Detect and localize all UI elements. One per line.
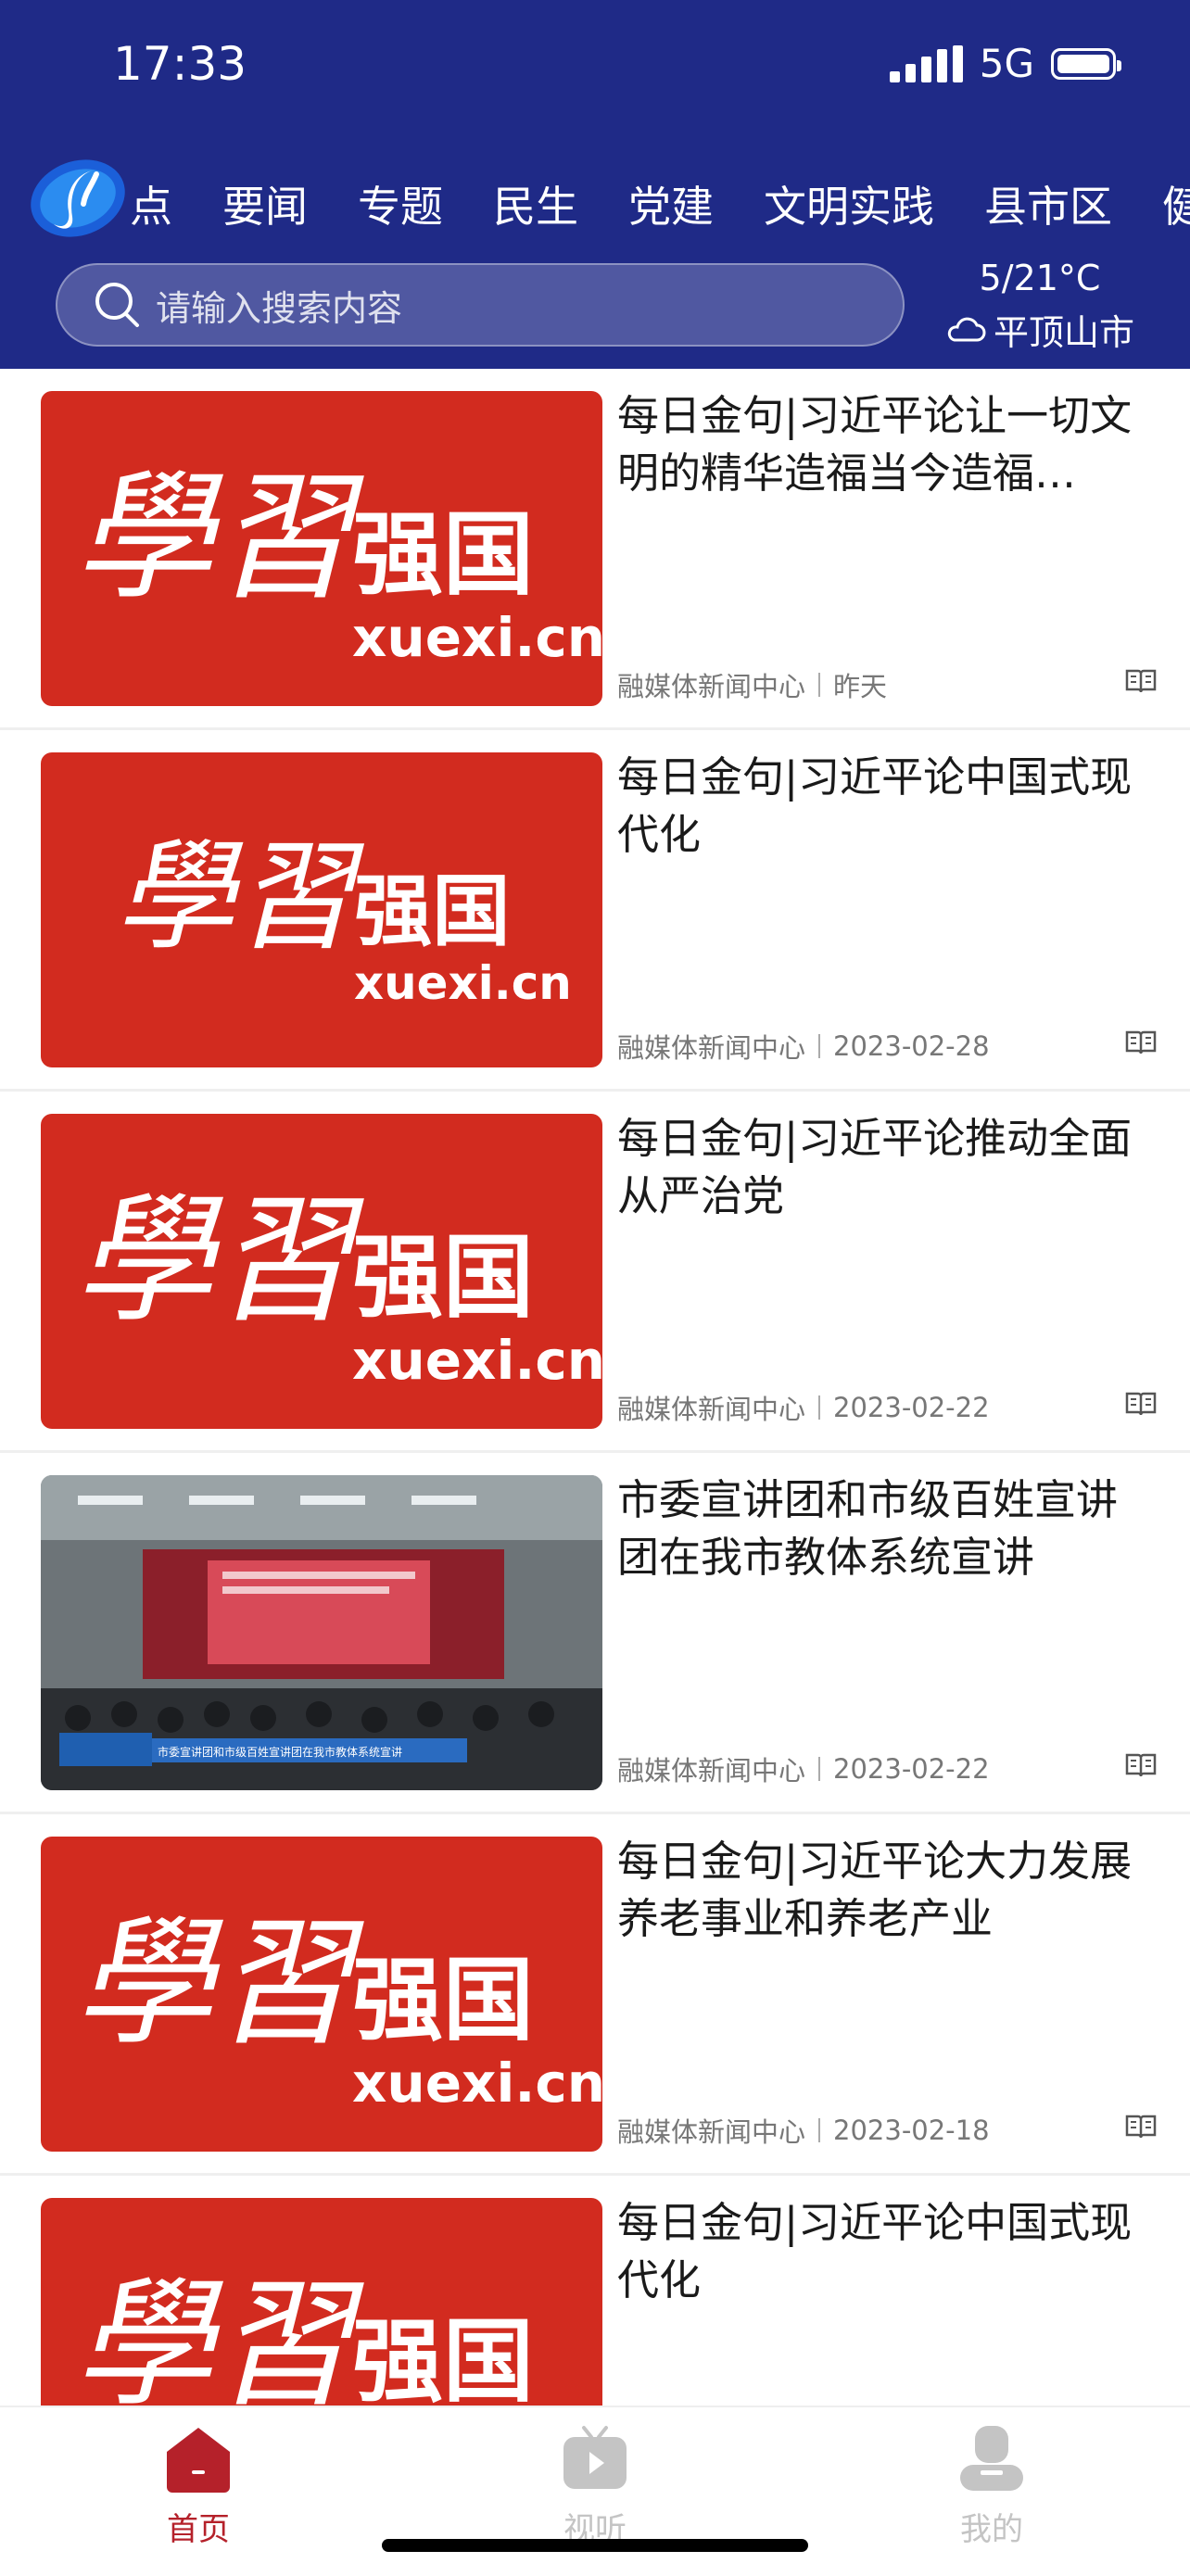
article-meta: 融媒体新闻中心 2023-02-28: [617, 1027, 990, 1066]
xuexi-thumbnail: 學習 强国 xuexi.cn: [41, 1837, 602, 2152]
xuexi-thumbnail: 學習 强国 xuexi.cn: [41, 752, 602, 1067]
book-icon: [1125, 669, 1157, 693]
tab-counties[interactable]: 县市区: [984, 173, 1112, 234]
nav-video[interactable]: 视听: [502, 2424, 688, 2549]
xuexi-logo-image: 學習 强国 xuexi.cn: [74, 1903, 602, 2115]
xuexi-thumbnail: 學習 强国 xuexi.cn: [41, 391, 602, 706]
svg-text:强国: 强国: [352, 2309, 534, 2407]
tab-news[interactable]: 要闻: [222, 173, 308, 234]
category-tabs: 点 要闻 专题 民生 党建 文明实践 县市区 健: [130, 167, 1190, 241]
header: 17:33 5G 点 要闻 专题 民生 党建 文明实践 县市区 健 请输入搜索内…: [0, 0, 1190, 369]
search-input[interactable]: 请输入搜索内容: [56, 263, 905, 347]
article-title: 每日金句|习近平论大力发展养老事业和养老产业: [617, 1837, 1133, 1943]
article-item[interactable]: 學習 强国 xuexi.cn 每日金句|习近平论推动全面从严治党 融媒体新闻中心…: [0, 1092, 1190, 1453]
xuexi-logo-image: 學習 强国 xuexi.cn: [115, 827, 572, 1010]
meta-divider: [818, 2118, 821, 2142]
weather-location: 平顶山市: [945, 304, 1134, 355]
tab-civilization-practice[interactable]: 文明实践: [764, 173, 934, 234]
svg-text:强国: 强国: [352, 502, 534, 608]
svg-text:學習: 學習: [74, 458, 364, 619]
book-icon: [1125, 1753, 1157, 1777]
article-source: 融媒体新闻中心: [617, 1032, 806, 1064]
book-icon: [1125, 2115, 1157, 2139]
status-time: 17:33: [113, 37, 247, 91]
meeting-photo-thumbnail: 市委宣讲团和市级百姓宣讲团在我市教体系统宣讲: [41, 1475, 602, 1790]
tab-health[interactable]: 健: [1162, 173, 1190, 234]
nav-home-label: 首页: [167, 2511, 230, 2548]
cloud-icon: [947, 317, 986, 341]
xuexi-thumbnail: 學習 强国 xuexi.cn: [41, 2198, 602, 2407]
weather-city: 平顶山市: [993, 312, 1134, 353]
tab-livelihood[interactable]: 民生: [493, 173, 578, 234]
nav-home[interactable]: 首页: [106, 2424, 291, 2549]
article-item[interactable]: 學習 强国 xuexi.cn 每日金句|习近平论让一切文明的精华造福当今造福… …: [0, 369, 1190, 730]
article-title: 每日金句|习近平论中国式现代化: [617, 2198, 1133, 2305]
home-indicator: [382, 2539, 808, 2552]
tab-dian[interactable]: 点: [130, 173, 172, 234]
article-date: 2023-02-18: [833, 2115, 990, 2146]
svg-text:市委宣讲团和市级百姓宣讲团在我市教体系统宣讲: 市委宣讲团和市级百姓宣讲团在我市教体系统宣讲: [158, 1745, 402, 1759]
svg-text:學習: 學習: [74, 1903, 364, 2065]
status-icons: 5G: [889, 41, 1121, 86]
tab-special[interactable]: 专题: [358, 173, 443, 234]
weather-temperature: 5/21°C: [979, 258, 1101, 298]
meeting-photo-image: 市委宣讲团和市级百姓宣讲团在我市教体系统宣讲: [41, 1475, 602, 1790]
article-meta: 融媒体新闻中心 2023-02-22: [617, 1749, 990, 1788]
article-date: 昨天: [833, 671, 888, 702]
meta-divider: [818, 1395, 821, 1420]
article-title: 每日金句|习近平论推动全面从严治党: [617, 1114, 1133, 1220]
article-item[interactable]: 學習 强国 xuexi.cn 每日金句|习近平论大力发展养老事业和养老产业 融媒…: [0, 1814, 1190, 2176]
svg-text:强国: 强国: [354, 865, 511, 956]
signal-icon: [889, 44, 963, 82]
article-title: 市委宣讲团和市级百姓宣讲团在我市教体系统宣讲: [617, 1475, 1119, 1582]
nav-profile[interactable]: 我的: [899, 2424, 1084, 2549]
article-meta: 融媒体新闻中心 昨天: [617, 665, 887, 704]
tab-party-building[interactable]: 党建: [628, 173, 714, 234]
svg-text:xuexi.cn: xuexi.cn: [354, 956, 572, 1010]
xuexi-logo-image: 學習 强国 xuexi.cn: [74, 1181, 602, 1392]
svg-text:學習: 學習: [74, 2265, 364, 2407]
meta-divider: [818, 1757, 821, 1781]
tv-icon: [563, 2426, 627, 2489]
app-logo-icon[interactable]: [28, 156, 128, 241]
svg-text:强国: 强国: [352, 1948, 534, 2053]
svg-text:xuexi.cn: xuexi.cn: [352, 606, 602, 669]
article-date: 2023-02-28: [833, 1030, 990, 1062]
article-title: 每日金句|习近平论中国式现代化: [617, 752, 1133, 859]
meta-divider: [818, 1034, 821, 1058]
svg-text:xuexi.cn: xuexi.cn: [352, 1329, 602, 1392]
article-source: 融媒体新闻中心: [617, 2116, 806, 2148]
svg-text:xuexi.cn: xuexi.cn: [352, 2052, 602, 2115]
svg-text:學習: 學習: [115, 827, 365, 966]
search-icon: [95, 283, 139, 327]
svg-text:强国: 强国: [352, 1225, 534, 1331]
article-meta: 融媒体新闻中心 2023-02-22: [617, 1388, 990, 1427]
xuexi-thumbnail: 學習 强国 xuexi.cn: [41, 1114, 602, 1429]
book-icon: [1125, 1030, 1157, 1054]
article-item[interactable]: 學習 强国 xuexi.cn 每日金句|习近平论中国式现代化 融媒体新闻中心 2…: [0, 730, 1190, 1092]
profile-icon: [960, 2426, 1023, 2491]
nav-profile-label: 我的: [960, 2511, 1023, 2548]
article-source: 融媒体新闻中心: [617, 671, 806, 702]
article-date: 2023-02-22: [833, 1392, 990, 1423]
search-placeholder: 请输入搜索内容: [156, 287, 403, 329]
svg-text:學習: 學習: [74, 1181, 364, 1342]
article-item[interactable]: 學習 强国 xuexi.cn 每日金句|习近平论中国式现代化: [0, 2176, 1190, 2407]
article-source: 融媒体新闻中心: [617, 1755, 806, 1787]
meta-divider: [818, 673, 821, 697]
weather-widget[interactable]: 5/21°C 平顶山市: [945, 258, 1134, 355]
article-meta: 融媒体新闻中心 2023-02-18: [617, 2111, 990, 2150]
article-source: 融媒体新闻中心: [617, 1394, 806, 1425]
battery-icon: [1051, 47, 1121, 80]
xuexi-logo-image: 學習 强国 xuexi.cn: [74, 2265, 534, 2407]
article-title: 每日金句|习近平论让一切文明的精华造福当今造福…: [617, 391, 1133, 498]
xuexi-logo-image: 學習 强国 xuexi.cn: [74, 458, 602, 669]
article-item[interactable]: 市委宣讲团和市级百姓宣讲团在我市教体系统宣讲 市委宣讲团和市级百姓宣讲团在我市教…: [0, 1453, 1190, 1814]
book-icon: [1125, 1392, 1157, 1416]
article-date: 2023-02-22: [833, 1753, 990, 1785]
network-type: 5G: [979, 41, 1034, 86]
article-list: 學習 强国 xuexi.cn 每日金句|习近平论让一切文明的精华造福当今造福… …: [0, 369, 1190, 2407]
home-icon: [167, 2428, 230, 2493]
